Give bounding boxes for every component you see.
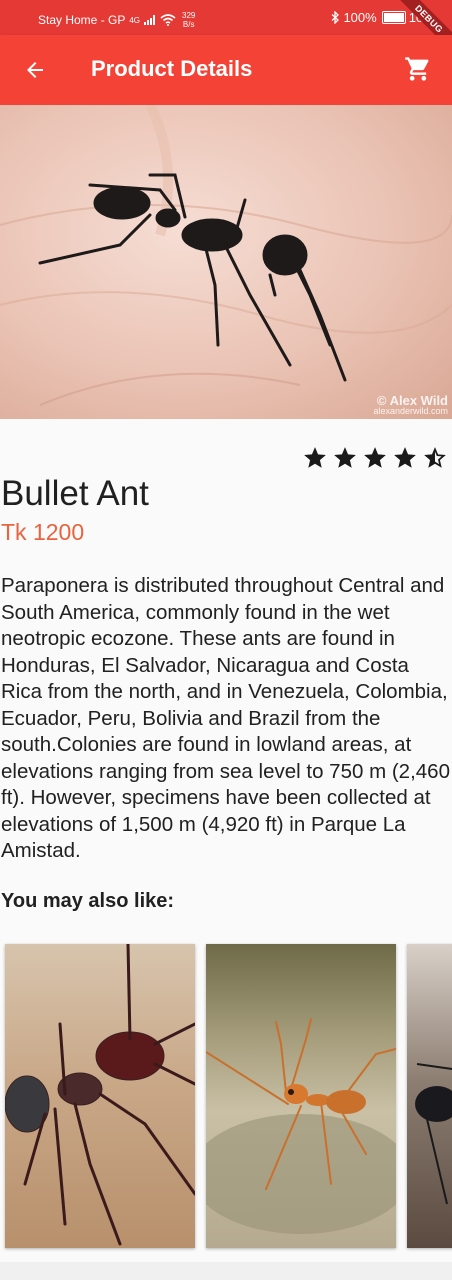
related-heading: You may also like:	[1, 890, 175, 912]
related-product-card[interactable]	[5, 944, 195, 1248]
ant-photo-illustration	[415, 1063, 452, 1205]
star-half-icon	[424, 447, 446, 468]
star-full-icon	[334, 447, 356, 468]
signal-icon	[144, 15, 156, 25]
product-image: © Alex Wild alexanderwild.com	[0, 105, 452, 419]
related-product-image	[5, 944, 195, 1248]
page-title: Product Details	[91, 56, 253, 81]
network-label: 4G	[129, 15, 141, 25]
related-product-image	[407, 944, 452, 1248]
bottom-edge	[0, 1262, 452, 1280]
star-full-icon	[394, 447, 416, 468]
shopping-cart-icon	[405, 57, 429, 81]
product-details-screen: Stay Home - GP 4G 329 B/s 100% DEBUG Pro…	[0, 0, 452, 1280]
carrier-label: Stay Home - GP	[38, 13, 126, 27]
watermark-name: © Alex Wild	[376, 393, 448, 408]
product-price: Tk 1200	[1, 519, 85, 545]
related-product-card[interactable]	[407, 944, 452, 1248]
status-left: Stay Home - GP 4G 329 B/s	[38, 11, 195, 29]
bluetooth-icon	[331, 11, 340, 24]
arrow-back-icon	[27, 62, 43, 78]
image-watermark: © Alex Wild alexanderwild.com	[373, 393, 448, 417]
wifi-icon	[160, 14, 176, 26]
related-product-image	[206, 944, 396, 1248]
status-bar: Stay Home - GP 4G 329 B/s 100% DEBUG	[0, 0, 452, 56]
battery-icon	[381, 11, 406, 24]
watermark-site: alexanderwild.com	[373, 406, 448, 416]
battery-percent: 100%	[343, 10, 377, 25]
hand-with-ant-illustration	[0, 105, 452, 406]
ant-photo-illustration	[5, 944, 195, 1246]
speed-unit: B/s	[182, 20, 195, 29]
back-button[interactable]	[18, 55, 52, 85]
related-products-list[interactable]	[0, 940, 452, 1258]
speed-value: 329	[182, 11, 196, 20]
product-name: Bullet Ant	[1, 474, 149, 513]
network-speed: 329 B/s	[182, 11, 195, 29]
star-full-icon	[364, 447, 386, 468]
rating-stars	[302, 445, 448, 471]
ant-photo-illustration	[206, 1018, 396, 1234]
app-bar: Product Details	[0, 35, 452, 105]
related-product-card[interactable]	[206, 944, 396, 1248]
product-description: Paraponera is distributed throughout Cen…	[1, 574, 450, 862]
cart-button[interactable]	[402, 53, 434, 85]
star-full-icon	[304, 447, 326, 468]
